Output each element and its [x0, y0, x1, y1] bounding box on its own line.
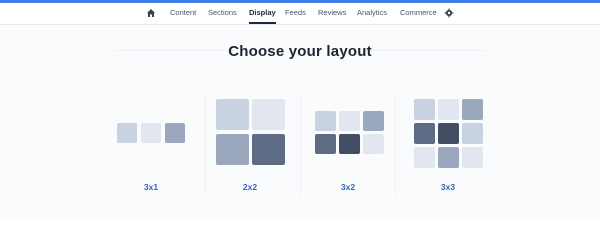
layout-tile: [363, 111, 384, 131]
layout-tile: [414, 147, 435, 168]
top-navigation: Content Sections Display Feeds Reviews A…: [0, 3, 600, 25]
layout-tile: [462, 99, 483, 120]
layout-picker-panel: Choose your layout 3x1 2x2 3x2 3x3: [0, 25, 600, 218]
layout-tile: [216, 134, 249, 165]
layout-tile: [339, 134, 360, 154]
layout-option-label[interactable]: 3x1: [121, 182, 181, 192]
nav-tab-reviews[interactable]: Reviews: [318, 3, 346, 23]
column-divider: [395, 95, 396, 195]
gear-icon[interactable]: [444, 8, 454, 18]
layout-tile: [117, 123, 137, 143]
nav-tab-label: Feeds: [285, 8, 306, 17]
layout-tile: [363, 134, 384, 154]
layout-tile: [339, 111, 360, 131]
layout-option-label[interactable]: 2x2: [220, 182, 280, 192]
layout-tile: [165, 123, 185, 143]
active-tab-indicator: [249, 22, 276, 24]
layout-tile: [438, 147, 459, 168]
column-divider: [300, 95, 301, 195]
nav-tab-feeds[interactable]: Feeds: [285, 3, 306, 23]
layout-tile: [252, 134, 285, 165]
page-title: Choose your layout: [228, 43, 372, 60]
layout-tile: [438, 123, 459, 144]
layout-tile: [438, 99, 459, 120]
home-icon[interactable]: [146, 8, 156, 18]
nav-tab-commerce[interactable]: Commerce: [400, 3, 437, 23]
nav-tab-label: Content: [170, 8, 197, 17]
nav-tab-label: Reviews: [318, 8, 347, 17]
layout-tile: [252, 99, 285, 130]
layout-tile: [462, 147, 483, 168]
nav-tab-sections[interactable]: Sections: [208, 3, 237, 23]
nav-tab-content[interactable]: Content: [170, 3, 196, 23]
nav-tab-label: Analytics: [357, 8, 388, 17]
nav-tab-label: Commerce: [400, 8, 437, 17]
layout-tile: [414, 123, 435, 144]
layout-tile: [315, 134, 336, 154]
layout-tile: [315, 111, 336, 131]
nav-tab-label: Sections: [208, 8, 237, 17]
layout-option-label[interactable]: 3x3: [418, 182, 478, 192]
nav-tab-analytics[interactable]: Analytics: [357, 3, 387, 23]
layout-tile: [414, 99, 435, 120]
nav-tab-display[interactable]: Display: [249, 3, 276, 24]
layout-tile: [141, 123, 161, 143]
layout-tile: [216, 99, 249, 130]
column-divider: [205, 95, 206, 195]
layout-option-label[interactable]: 3x2: [318, 182, 378, 192]
layout-tile: [462, 123, 483, 144]
nav-tab-label: Display: [249, 8, 276, 17]
